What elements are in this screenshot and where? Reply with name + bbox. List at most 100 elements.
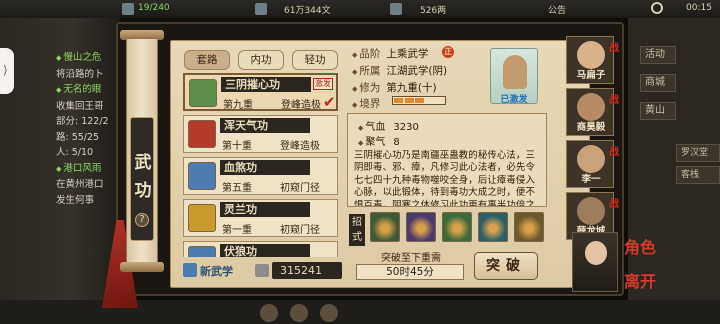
bottom-menu-icon[interactable] [260, 304, 278, 322]
settings-gear-icon[interactable] [651, 2, 663, 14]
character-tab[interactable]: 角色 [624, 234, 656, 258]
skill-description-box: 气血 3230 聚气 8 三阴摧心功乃是南疆巫蛊教的秘传心法，三阴即毒、邪、瘴，凡修… [347, 113, 547, 207]
monk-figure-icon [503, 55, 527, 89]
breakthrough-requirement: 突破至下重需 [381, 253, 441, 264]
move-icon[interactable] [406, 212, 436, 242]
party-member[interactable]: 马扁子 战 [566, 36, 619, 84]
skill-level: 第五重 [222, 183, 252, 194]
party-member[interactable]: 商昊毅 战 [566, 88, 619, 136]
skill-item[interactable]: 灵兰功 第一重 初窥门径 [183, 199, 338, 237]
skill-book-icon [188, 204, 216, 232]
stat-label: 聚气 [358, 137, 385, 148]
coin-icon [255, 3, 267, 15]
stat-hp: 气血 3230 [358, 118, 419, 133]
skill-level: 第九重 [223, 100, 253, 111]
panel-title-char-1: 武 [134, 153, 152, 173]
tab-routines[interactable]: 套路 [184, 50, 230, 70]
skill-name: 浑天气功 [220, 118, 310, 133]
realm-pip [436, 98, 445, 103]
school-row: 所属江湖武学(阴) [352, 63, 447, 78]
cultivation-value: 第九重(十) [386, 82, 437, 94]
arhat-hall-button[interactable]: 罗汉堂 [676, 144, 720, 162]
expand-side-tab[interactable]: ⟩ [0, 48, 14, 94]
realm-pip [404, 98, 414, 103]
skill-item[interactable]: 浑天气功 第十重 登峰造极 [183, 115, 338, 153]
stat-qi: 聚气 8 [358, 133, 400, 148]
battle-tag: 战 [609, 199, 619, 210]
chevron-right-icon: ⟩ [3, 63, 8, 77]
party-member-name: 马扁子 [576, 70, 606, 81]
new-skill-link[interactable]: 新武学 [183, 263, 233, 279]
leave-tab[interactable]: 离开 [624, 268, 656, 292]
shop-button[interactable]: 商城 [640, 74, 676, 92]
skill-book-icon [188, 120, 216, 148]
checkmark-icon: ✔ [323, 93, 336, 111]
tab-inner-art[interactable]: 内功 [238, 50, 284, 70]
avatar [577, 197, 605, 225]
avatar [577, 145, 605, 173]
battle-tag: 战 [609, 147, 619, 158]
inn-button[interactable]: 客栈 [676, 166, 720, 184]
clock: 00:15 [686, 3, 712, 13]
party-member-name: 李一 [581, 174, 601, 185]
breakthrough-timer: 50时45分 [356, 264, 464, 280]
move-icon[interactable] [370, 212, 400, 242]
move-icon[interactable] [514, 212, 544, 242]
realm-pip [415, 98, 424, 103]
skill-name: 伏狼功 [220, 244, 310, 257]
character-face [585, 241, 607, 265]
moves-label: 招式 [349, 214, 365, 246]
character-art [572, 232, 618, 292]
move-icon[interactable] [442, 212, 472, 242]
help-icon[interactable]: ? [135, 213, 149, 227]
skill-book-icon [189, 79, 217, 107]
realm-row: 境界 [352, 96, 380, 111]
skill-stage: 初窥门径 [280, 183, 320, 194]
energy-count: 19/240 [138, 3, 170, 13]
skill-book-icon [188, 246, 216, 257]
activated-status: 已激发 [500, 95, 528, 105]
school-value: 江湖武学(阴) [386, 65, 448, 77]
energy-icon [122, 3, 134, 15]
scroll-paper: 武 功 ? [126, 38, 158, 264]
skill-list[interactable]: 三阴摧心功 第九重 登峰造极 激发 ✔ 浑天气功 第十重 登峰造极 血煞功 第五重 初窥门径 灵兰功第… [183, 73, 338, 257]
move-icon[interactable] [478, 212, 508, 242]
money-count: 61万344文 [284, 6, 331, 16]
skill-description: 三阴摧心功乃是南疆巫蛊教的秘传心法，三阴即毒、邪、瘴，凡修习此心法者，必先令七七… [354, 150, 535, 207]
skill-item[interactable]: 伏狼功 [183, 241, 338, 257]
skill-points-value: 315241 [272, 262, 342, 279]
cultivation-label: 修为 [352, 82, 380, 94]
skill-item[interactable]: 血煞功第五重 初窥门径 [183, 157, 338, 195]
tab-lightness-skill[interactable]: 轻功 [292, 50, 338, 70]
skill-stage: 登峰造极 [281, 100, 321, 111]
top-status-bar: 19/240 61万344文 526两 公告 00:15 [0, 0, 720, 18]
avatar [577, 41, 605, 69]
skill-level: 第十重 [222, 141, 252, 152]
skill-book-icon [188, 162, 216, 190]
bottom-menu-icon[interactable] [320, 304, 338, 322]
skill-name: 血煞功 [220, 160, 310, 175]
bottom-menu-icon[interactable] [290, 304, 308, 322]
grade-badge: 正 [442, 46, 454, 58]
stat-value: 3230 [393, 122, 419, 133]
realm-pip [425, 98, 435, 103]
activated-badge: 激发 [313, 78, 333, 90]
panel-title-char-2: 功 [134, 181, 152, 201]
skill-level: 第一重 [222, 225, 252, 236]
announcement-link[interactable]: 公告 [548, 3, 566, 16]
skill-name: 三阴摧心功 [221, 77, 311, 92]
activity-button[interactable]: 活动 [640, 46, 676, 64]
school-label: 所属 [352, 65, 380, 77]
skill-item[interactable]: 三阴摧心功第九重 登峰造极 激发 ✔ [183, 73, 338, 111]
book-icon [255, 264, 269, 277]
battle-tag: 战 [609, 95, 619, 106]
location-button[interactable]: 黄山 [640, 102, 676, 120]
breakthrough-button[interactable]: 突破 [474, 252, 538, 280]
stat-label: 气血 [358, 122, 385, 133]
silver-count: 526两 [420, 6, 447, 16]
scroll-rod [120, 262, 164, 272]
realm-pip [394, 98, 403, 103]
party-member[interactable]: 李一 战 [566, 140, 619, 188]
skill-stage: 初窥门径 [280, 225, 320, 236]
party-member-name: 商昊毅 [576, 122, 606, 133]
